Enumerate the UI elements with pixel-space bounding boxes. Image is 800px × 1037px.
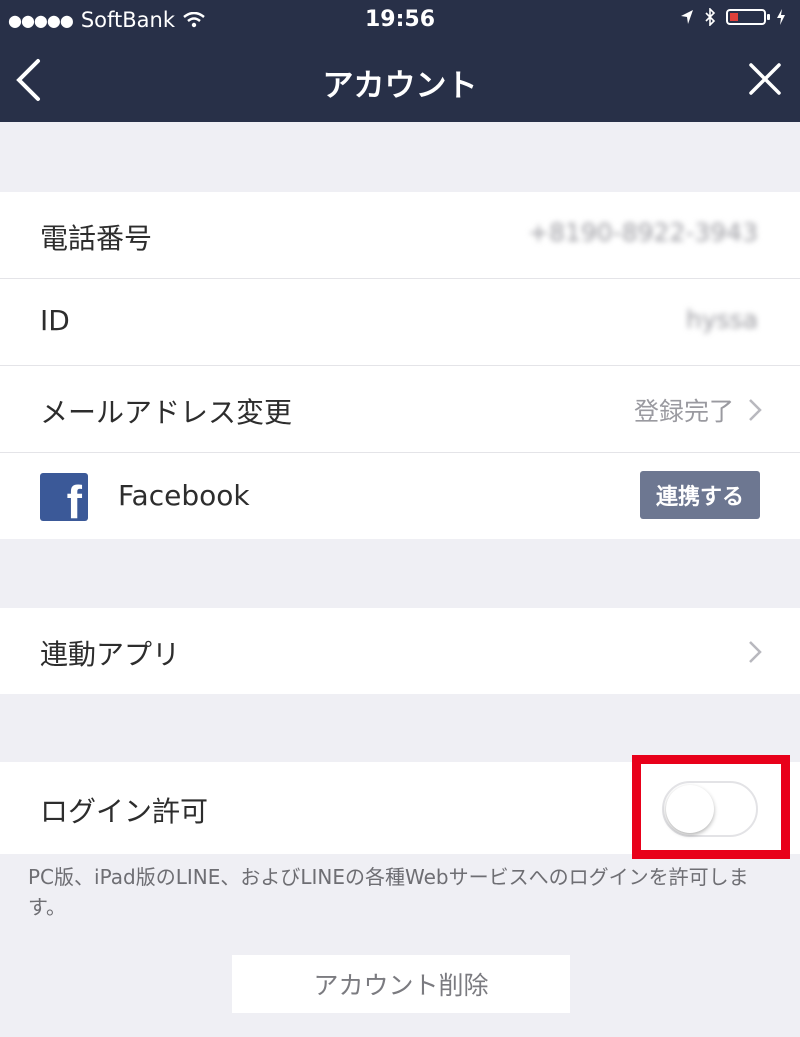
facebook-link-button[interactable]: 連携する — [640, 471, 760, 519]
bluetooth-icon — [705, 8, 716, 26]
linked-apps-label: 連動アプリ — [40, 638, 181, 671]
page-title: アカウント — [322, 68, 478, 104]
facebook-label: Facebook — [118, 479, 250, 512]
charging-icon — [777, 9, 785, 25]
id-row: ID hyssa — [0, 279, 800, 366]
phone-label: 電話番号 — [40, 222, 153, 255]
login-permission-label: ログイン許可 — [40, 795, 209, 828]
id-value: hyssa — [685, 305, 758, 334]
facebook-row: f Facebook 連携する — [0, 453, 800, 539]
delete-account-button[interactable]: アカウント削除 — [232, 955, 570, 1013]
apps-group: 連動アプリ — [0, 608, 800, 694]
highlight-box — [632, 755, 790, 859]
email-change-label: メールアドレス変更 — [40, 396, 293, 429]
linked-apps-row[interactable]: 連動アプリ — [0, 608, 800, 694]
phone-value: +8190-8922-3943 — [528, 218, 758, 247]
chevron-right-icon — [749, 399, 762, 421]
email-status: 登録完了 — [633, 397, 734, 426]
email-change-row[interactable]: メールアドレス変更 登録完了 — [0, 366, 800, 453]
status-right — [680, 8, 786, 26]
chevron-right-icon — [749, 641, 762, 663]
login-permission-note: PC版、iPad版のLINE、およびLINEの各種Webサービスへのログインを許… — [28, 865, 749, 919]
battery-icon — [726, 9, 770, 25]
status-bar: ●●●●● SoftBank 19:56 — [0, 0, 800, 40]
close-icon[interactable] — [748, 62, 782, 96]
location-icon — [681, 10, 693, 24]
nav-bar: アカウント — [0, 40, 800, 122]
account-info-group: 電話番号 +8190-8922-3943 ID hyssa メールアドレス変更 … — [0, 192, 800, 539]
id-label: ID — [40, 304, 70, 337]
phone-row: 電話番号 +8190-8922-3943 — [0, 192, 800, 279]
facebook-icon: f — [40, 473, 88, 521]
